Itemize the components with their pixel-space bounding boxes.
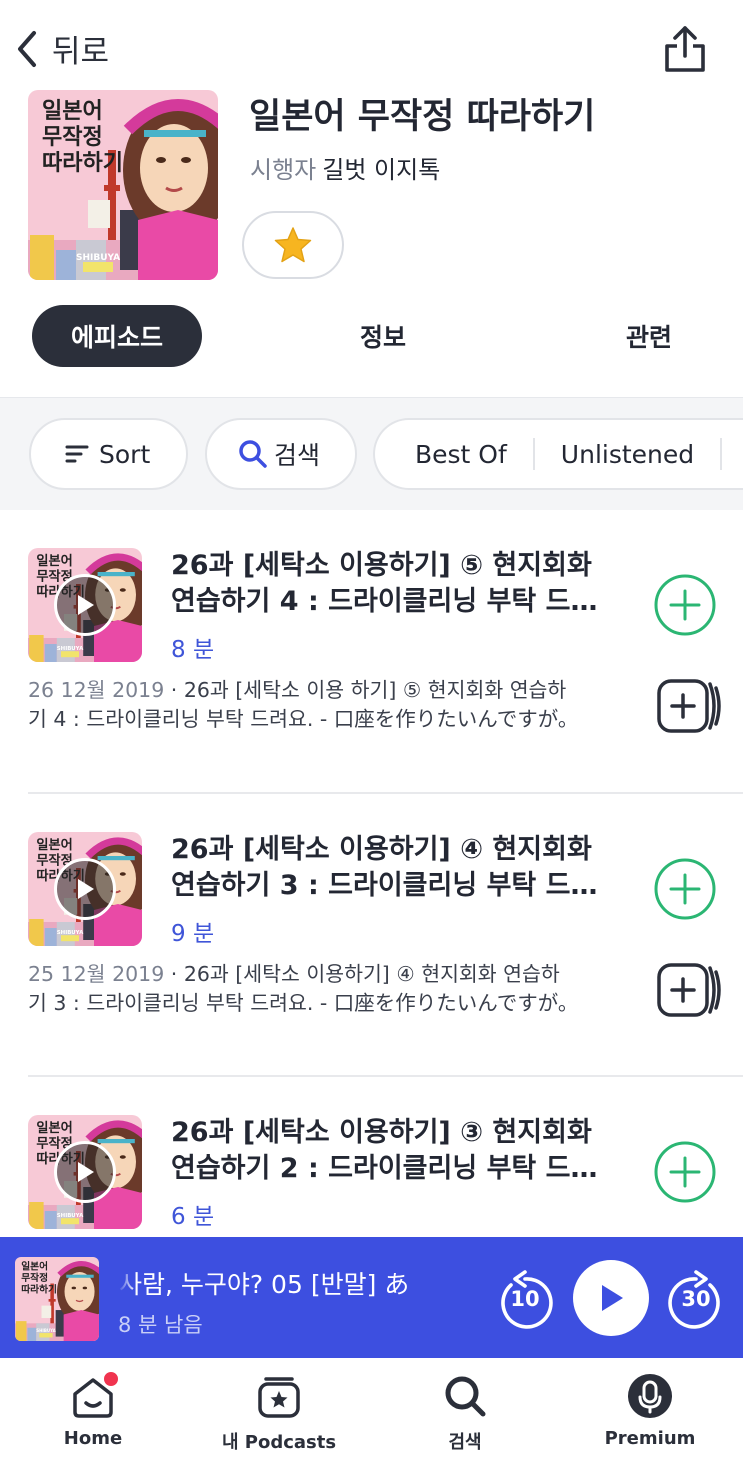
episode-duration: 8 분 [171, 637, 215, 663]
add-episode-plus-icon[interactable] [654, 574, 716, 636]
episode-date: 25 12월 2019 [28, 962, 165, 986]
now-playing-artwork [15, 1257, 99, 1341]
back-button[interactable]: 뒤로 [14, 26, 109, 71]
skip-forward-seconds: 30 [681, 1287, 711, 1311]
author-label: 시행자 [250, 156, 317, 184]
add-episode-plus-icon[interactable] [654, 1141, 716, 1203]
back-label: 뒤로 [52, 34, 110, 70]
search-icon [445, 1376, 486, 1417]
episode-divider [28, 792, 743, 794]
episode-play-button[interactable] [54, 858, 116, 920]
episode-artwork [28, 832, 142, 946]
play-icon [78, 879, 94, 899]
sort-label: Sort [99, 439, 151, 469]
episode-title-line: 26과 [세탁소 이용하기] ⑤ 현지회화 [171, 550, 592, 581]
episode-artwork [28, 1115, 142, 1229]
search-label: 검색 [274, 441, 321, 470]
episode-description: 25 12월 2019 · 26과 [세탁소 이용하기] ④ 현지회화 연습하 … [28, 960, 638, 1018]
episode-title: 26과 [세탁소 이용하기] ④ 현지회화 연습하기 3 : 드라이클리닝 부탁… [171, 832, 621, 904]
author-name[interactable]: 길벗 이지톡 [322, 156, 440, 184]
episode-title-line: 26과 [세탁소 이용하기] ④ 현지회화 [171, 834, 592, 865]
episode-play-button[interactable] [54, 574, 116, 636]
skip-back-seconds: 10 [510, 1287, 540, 1311]
episode-divider [28, 1075, 743, 1077]
sort-icon [65, 445, 89, 463]
search-episodes-button[interactable]: 검색 [205, 418, 357, 490]
episode-title: 26과 [세탁소 이용하기] ③ 현지회화 연습하기 2 : 드라이클리닝 부탁… [171, 1115, 621, 1187]
star-icon [274, 227, 312, 263]
time-remaining: 8 분 남음 [118, 1313, 203, 1337]
bottom-nav: Home 내 Podcasts 검색 Premium [0, 1358, 743, 1465]
nav-home[interactable]: Home [0, 1358, 186, 1465]
show-cover-image [28, 90, 218, 280]
filter-group: Best Of Unlistened [373, 418, 743, 490]
episode-duration: 6 분 [171, 1204, 215, 1230]
nav-premium-label: Premium [604, 1428, 696, 1449]
episode-title: 26과 [세탁소 이용하기] ⑤ 현지회화 연습하기 4 : 드라이클리닝 부탁… [171, 548, 621, 620]
chevron-left-icon [18, 30, 36, 67]
episode-description-line: 기 4 : 드라이클리닝 부탁 드려요. - 口座を作りたいんですが。 [28, 707, 579, 731]
episode-duration: 9 분 [171, 921, 215, 947]
show-author: 시행자 길벗 이지톡 [250, 150, 440, 185]
filter-best-of[interactable]: Best Of [415, 440, 507, 469]
episode-title-line: 연습하기 4 : 드라이클리닝 부탁 드… [171, 586, 598, 617]
tab-related[interactable]: 관련 [596, 305, 702, 367]
my-podcasts-icon [258, 1377, 300, 1418]
episode-title-line: 연습하기 2 : 드라이클리닝 부탁 드… [171, 1153, 598, 1184]
skip-back-button[interactable]: 10 [495, 1269, 555, 1333]
play-button[interactable] [573, 1260, 649, 1336]
add-episode-plus-icon[interactable] [654, 858, 716, 920]
episode-description-line: 기 3 : 드라이클리닝 부탁 드려요. - 口座を作りたいんですが。 [28, 991, 579, 1015]
play-icon [602, 1285, 623, 1311]
filter-divider [720, 438, 723, 470]
add-to-queue-icon[interactable] [656, 960, 722, 1020]
sort-button[interactable]: Sort [29, 418, 188, 490]
episode-date: 26 12월 2019 [28, 678, 165, 702]
premium-mic-icon [628, 1374, 672, 1418]
play-icon [78, 595, 94, 615]
nav-my-podcasts[interactable]: 내 Podcasts [186, 1358, 372, 1465]
tab-episodes[interactable]: 에피소드 [32, 305, 202, 367]
add-to-queue-icon[interactable] [656, 676, 722, 736]
favorite-button[interactable] [242, 211, 344, 279]
nav-search-label: 검색 [448, 1432, 482, 1453]
episode-artwork [28, 548, 142, 662]
episode-description-line: 26과 [세탁소 이용하기] ④ 현지회화 연습하 [183, 962, 560, 986]
episode-title-line: 연습하기 3 : 드라이클리닝 부탁 드… [171, 870, 598, 901]
now-playing-title: ㅓ 사람, 누구야? 05 [반말] あ [118, 1265, 470, 1301]
episode-title-line: 26과 [세탁소 이용하기] ③ 현지회화 [171, 1117, 592, 1148]
now-playing-title-text: ㅓ 사람, 누구야? 05 [반말] あ [118, 1270, 410, 1299]
show-title: 일본어 무작정 따라하기 [249, 97, 596, 137]
episode-description-line: 26과 [세탁소 이용 하기] ⑤ 현지회화 연습하 [183, 678, 567, 702]
share-icon[interactable] [662, 24, 708, 74]
notification-badge [102, 1370, 120, 1388]
nav-premium[interactable]: Premium [557, 1358, 743, 1465]
episode-play-button[interactable] [54, 1141, 116, 1203]
episode-description: 26 12월 2019 · 26과 [세탁소 이용 하기] ⑤ 현지회화 연습하… [28, 676, 638, 734]
top-bar: 뒤로 [0, 0, 743, 90]
filter-unlistened[interactable]: Unlistened [561, 440, 694, 469]
skip-forward-button[interactable]: 30 [666, 1269, 726, 1333]
mini-player[interactable]: ㅓ 사람, 누구야? 05 [반말] あ 8 분 남음 10 30 [0, 1237, 743, 1358]
nav-search[interactable]: 검색 [372, 1358, 558, 1465]
nav-home-label: Home [63, 1428, 123, 1449]
search-icon [239, 440, 267, 468]
tab-info[interactable]: 정보 [330, 305, 436, 367]
nav-my-podcasts-label: 내 Podcasts [221, 1432, 337, 1453]
filter-divider [532, 438, 535, 470]
tab-bar: 에피소드 정보 관련 [0, 305, 743, 371]
play-icon [78, 1162, 94, 1182]
filter-bar: Sort 검색 Best Of Unlistened [0, 397, 743, 510]
